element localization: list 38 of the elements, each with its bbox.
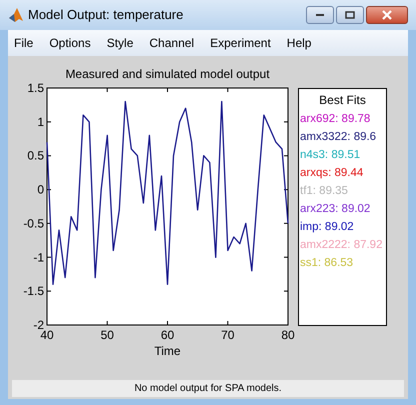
maximize-icon	[345, 11, 355, 19]
axis-tick-label: 1	[37, 114, 44, 129]
menu-item[interactable]: Style	[106, 34, 134, 52]
axis-label: Time	[154, 344, 181, 358]
axis-tick-label: 50	[100, 328, 114, 342]
menu-item[interactable]: Options	[49, 34, 91, 52]
window-title: Model Output: temperature	[28, 6, 184, 24]
axis-tick-label: -1.5	[23, 284, 44, 298]
fit-entry: amx2222: 87.92	[300, 238, 384, 252]
axis-tick-label: 60	[160, 328, 174, 342]
minimize-button[interactable]	[306, 6, 334, 24]
menu-item[interactable]: Experiment	[210, 34, 271, 52]
menu-item[interactable]: Channel	[149, 34, 194, 52]
axis-tick-label: 0.5	[27, 148, 44, 163]
axis-tick-label: -1	[33, 250, 44, 264]
menu-item[interactable]: Help	[286, 34, 312, 52]
close-button[interactable]	[366, 6, 408, 24]
menu-item[interactable]: File	[14, 34, 34, 52]
close-icon	[382, 10, 392, 20]
fit-entry: tf1: 89.35	[300, 184, 349, 198]
axis-tick-label: 1.5	[27, 81, 44, 95]
axis-tick-label: -0.5	[23, 216, 44, 230]
maximize-button[interactable]	[336, 6, 364, 24]
fit-entry: n4s3: 89.51	[300, 148, 362, 162]
fit-entry: arxqs: 89.44	[300, 166, 364, 180]
axis-tick-label: 80	[281, 328, 295, 342]
fit-entry: arx692: 89.78	[300, 112, 372, 126]
minimize-icon	[315, 13, 325, 17]
fit-entry: arx223: 89.02	[300, 202, 372, 216]
axis-tick-label: 0	[37, 182, 44, 197]
fit-entry: amx3322: 89.6	[300, 130, 378, 144]
chart-title: Measured and simulated model output	[65, 67, 270, 81]
axis-tick-label: 70	[221, 328, 234, 342]
fit-entry: ss1: 86.53	[300, 256, 354, 270]
status-bar: No model output for SPA models.	[12, 380, 404, 397]
fit-entry: imp: 89.02	[300, 220, 355, 234]
panel-title: Best Fits	[318, 92, 367, 109]
app-logo-icon	[8, 7, 24, 23]
